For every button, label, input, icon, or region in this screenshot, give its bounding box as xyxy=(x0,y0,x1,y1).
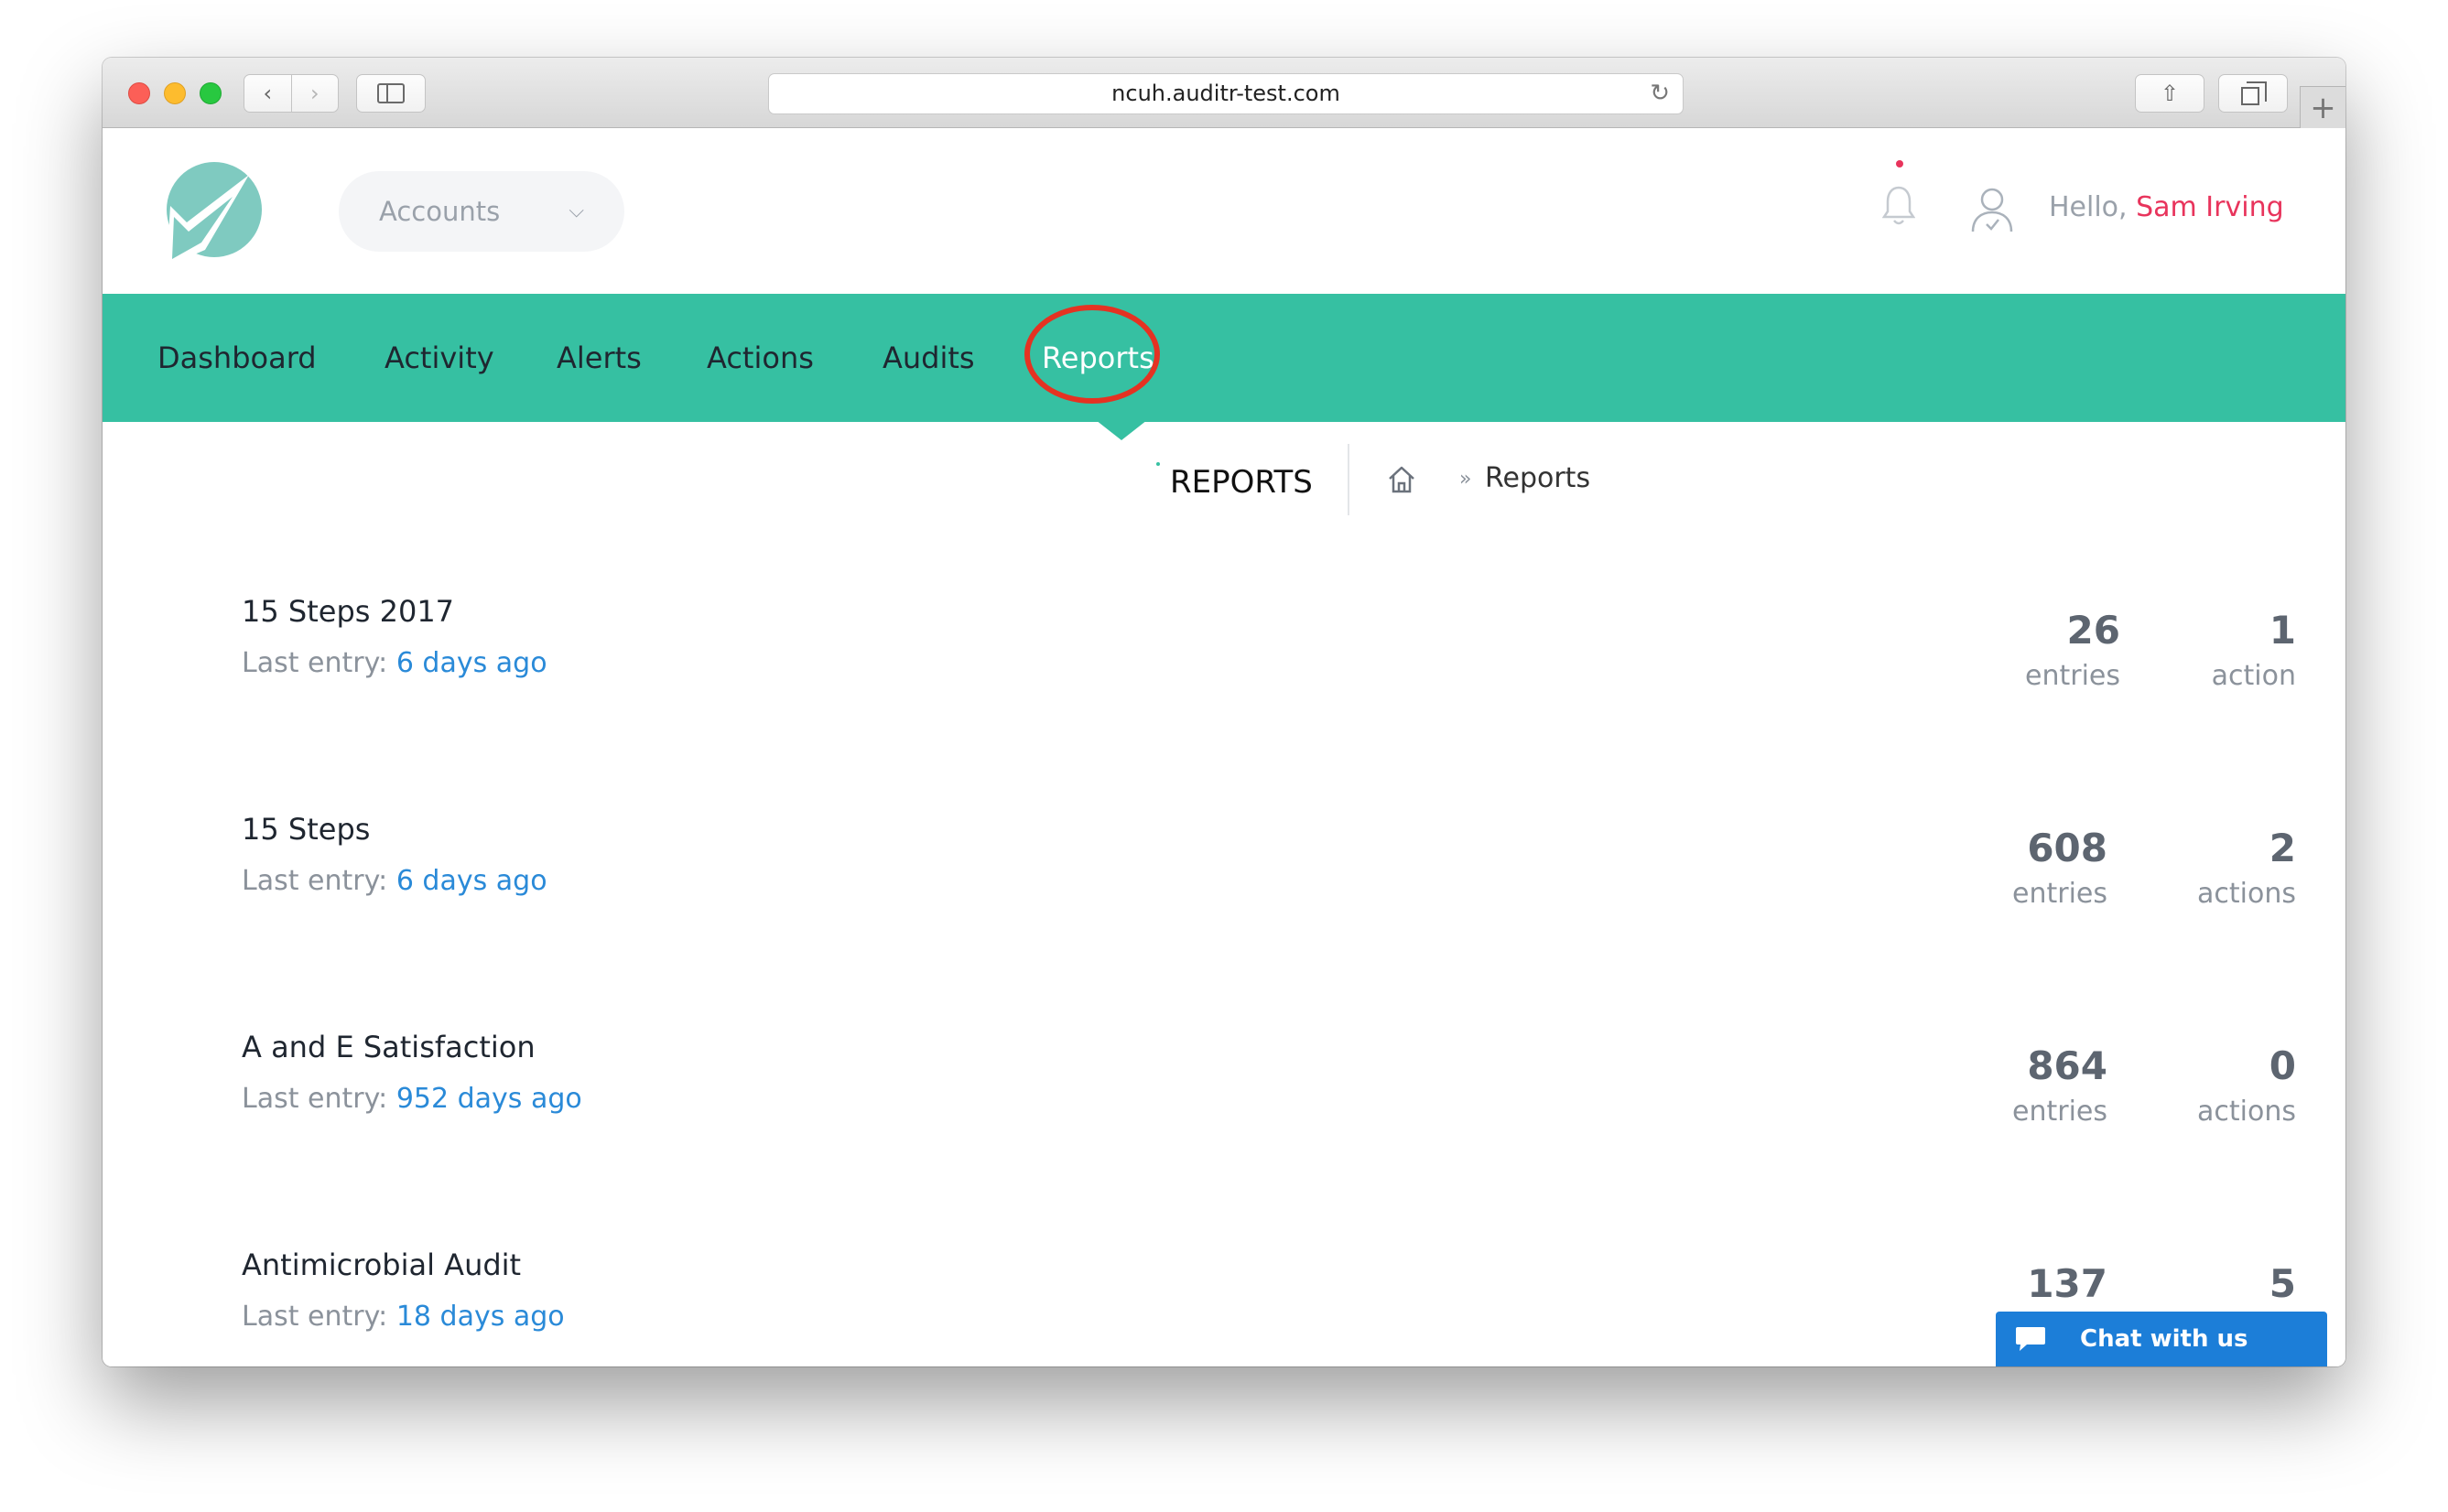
highlight-annotation xyxy=(1024,305,1160,404)
report-last-entry: Last entry: 6 days ago xyxy=(242,647,547,679)
share-button[interactable]: ⇧ xyxy=(2135,74,2204,113)
forward-button[interactable]: › xyxy=(290,75,339,112)
new-tab-button[interactable]: + xyxy=(2300,86,2345,128)
history-nav-group: ‹ › xyxy=(244,74,339,113)
greeting-text: Hello, xyxy=(2049,191,2137,223)
back-button[interactable]: ‹ xyxy=(244,75,291,112)
page-title: REPORTS xyxy=(1170,464,1313,501)
report-item[interactable]: 15 Steps 2017 Last entry: 6 days ago 26 … xyxy=(103,594,2345,812)
notification-dot xyxy=(1896,160,1903,167)
nav-dashboard[interactable]: Dashboard xyxy=(157,294,317,422)
entries-stat: 608 entries xyxy=(1924,821,2107,913)
close-window-button[interactable] xyxy=(128,82,150,104)
breadcrumb-separator: » xyxy=(1459,468,1472,491)
show-tabs-button[interactable] xyxy=(2218,74,2288,113)
actions-stat: 0 actions xyxy=(2113,1039,2296,1130)
nav-activity[interactable]: Activity xyxy=(385,294,494,422)
last-entry-label: Last entry: xyxy=(242,1083,396,1115)
actions-label: action xyxy=(2211,660,2296,692)
url-text: ncuh.auditr-test.com xyxy=(1111,81,1340,106)
bell-icon[interactable] xyxy=(1882,184,1915,226)
sidebar-icon xyxy=(377,83,405,103)
zoom-window-button[interactable] xyxy=(200,82,222,104)
sidebar-toggle-button[interactable] xyxy=(356,74,426,113)
actions-count: 0 xyxy=(2269,1043,2296,1088)
title-accent-dot xyxy=(1156,462,1160,466)
report-last-entry: Last entry: 952 days ago xyxy=(242,1083,582,1115)
chevron-down-icon: ⌵ xyxy=(569,200,584,222)
chat-bubble-icon xyxy=(2016,1327,2045,1351)
user-greeting[interactable]: Hello, Sam Irving xyxy=(2049,191,2284,223)
report-name[interactable]: 15 Steps xyxy=(242,812,370,847)
main-nav: Dashboard Activity Alerts Actions Audits… xyxy=(103,294,2345,422)
last-entry-ago[interactable]: 952 days ago xyxy=(396,1083,582,1115)
entries-label: entries xyxy=(2012,1096,2107,1128)
entries-count: 864 xyxy=(2027,1043,2107,1088)
entries-label: entries xyxy=(2012,878,2107,910)
chat-widget-button[interactable]: Chat with us xyxy=(1996,1312,2327,1366)
home-icon[interactable] xyxy=(1386,464,1417,495)
report-name[interactable]: A and E Satisfaction xyxy=(242,1030,536,1064)
nav-audits[interactable]: Audits xyxy=(883,294,975,422)
app-header: Accounts ⌵ Hello, Sam Irving xyxy=(103,129,2345,294)
share-icon: ⇧ xyxy=(2160,81,2180,106)
entries-stat: 864 entries xyxy=(1924,1039,2107,1130)
tabs-icon xyxy=(2241,81,2267,105)
minimize-window-button[interactable] xyxy=(164,82,186,104)
accounts-dropdown[interactable]: Accounts ⌵ xyxy=(339,171,624,252)
page-title-bar: REPORTS » Reports xyxy=(103,422,2345,532)
last-entry-ago[interactable]: 18 days ago xyxy=(396,1301,565,1333)
actions-stat: 1 action xyxy=(2113,603,2296,695)
entries-stat: 26 entries xyxy=(1937,603,2120,695)
actions-count: 1 xyxy=(2269,608,2296,653)
last-entry-label: Last entry: xyxy=(242,647,396,679)
auditr-logo[interactable] xyxy=(161,158,264,266)
address-bar[interactable]: ncuh.auditr-test.com ↻ xyxy=(768,73,1684,114)
last-entry-label: Last entry: xyxy=(242,1301,396,1333)
report-item[interactable]: A and E Satisfaction Last entry: 952 day… xyxy=(103,1030,2345,1247)
entries-count: 137 xyxy=(2027,1261,2107,1306)
report-last-entry: Last entry: 18 days ago xyxy=(242,1301,565,1333)
actions-count: 2 xyxy=(2269,826,2296,870)
breadcrumb-current: Reports xyxy=(1485,462,1591,494)
user-name: Sam Irving xyxy=(2136,191,2284,223)
actions-count: 5 xyxy=(2269,1261,2296,1306)
browser-titlebar: ‹ › ncuh.auditr-test.com ↻ ⇧ + xyxy=(103,58,2345,128)
title-divider xyxy=(1348,444,1349,515)
actions-stat: 2 actions xyxy=(2113,821,2296,913)
page-content: Accounts ⌵ Hello, Sam Irving Dashboard A… xyxy=(103,129,2345,1366)
accounts-label: Accounts xyxy=(379,196,501,227)
nav-alerts[interactable]: Alerts xyxy=(557,294,642,422)
report-name[interactable]: Antimicrobial Audit xyxy=(242,1247,521,1282)
report-item[interactable]: 15 Steps Last entry: 6 days ago 608 entr… xyxy=(103,812,2345,1030)
actions-label: actions xyxy=(2197,1096,2296,1128)
report-last-entry: Last entry: 6 days ago xyxy=(242,865,547,897)
nav-actions[interactable]: Actions xyxy=(707,294,814,422)
last-entry-ago[interactable]: 6 days ago xyxy=(396,865,547,897)
entries-label: entries xyxy=(2025,660,2120,692)
entries-count: 26 xyxy=(2066,608,2120,653)
chat-label: Chat with us xyxy=(2080,1325,2248,1353)
user-icon[interactable] xyxy=(1970,186,2014,233)
reload-icon[interactable]: ↻ xyxy=(1650,74,1670,113)
browser-window: ‹ › ncuh.auditr-test.com ↻ ⇧ + Accounts xyxy=(103,58,2345,1366)
last-entry-ago[interactable]: 6 days ago xyxy=(396,647,547,679)
report-name[interactable]: 15 Steps 2017 xyxy=(242,594,454,629)
last-entry-label: Last entry: xyxy=(242,865,396,897)
actions-label: actions xyxy=(2197,878,2296,910)
entries-count: 608 xyxy=(2027,826,2107,870)
